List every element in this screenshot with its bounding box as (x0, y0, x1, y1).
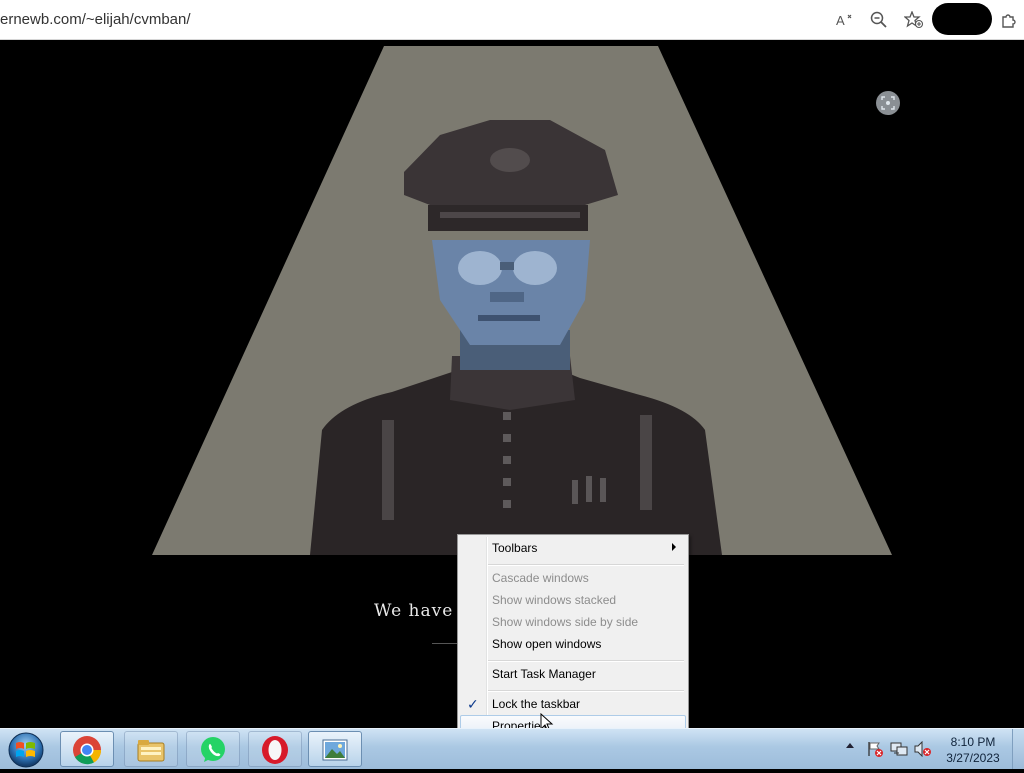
taskbar-button-chrome[interactable] (60, 731, 114, 767)
menu-item-cascade-windows: Cascade windows (460, 567, 686, 589)
taskbar-button-explorer[interactable] (124, 731, 178, 767)
profile-avatar[interactable] (932, 3, 992, 35)
menu-item-side-by-side: Show windows side by side (460, 611, 686, 633)
taskbar-button-image-viewer[interactable] (308, 731, 362, 767)
menu-label-side-by-side: Show windows side by side (492, 615, 639, 629)
show-desktop-button[interactable] (1012, 729, 1024, 769)
menu-item-toolbars[interactable]: Toolbars (460, 537, 686, 559)
menu-separator (488, 564, 684, 566)
start-button[interactable] (4, 730, 48, 768)
show-hidden-icons-arrow-icon[interactable] (846, 743, 854, 748)
clock-time[interactable]: 8:10 PM (940, 735, 1006, 749)
menu-separator (488, 660, 684, 662)
file-explorer-icon (137, 740, 165, 762)
network-icon[interactable] (890, 741, 908, 757)
action-center-flag-icon[interactable] (866, 741, 884, 757)
screen-capture-icon[interactable] (876, 91, 900, 115)
clock-date[interactable]: 3/27/2023 (940, 751, 1006, 765)
volume-muted-icon[interactable] (914, 741, 932, 757)
menu-item-task-manager[interactable]: Start Task Manager (460, 663, 686, 685)
menu-label-cascade: Cascade windows (492, 571, 589, 585)
menu-label-task-manager: Start Task Manager (492, 667, 596, 681)
whatsapp-icon (201, 737, 225, 762)
chrome-icon (73, 736, 102, 765)
browser-address-bar: ernewb.com/~elijah/cvmban/ A (0, 0, 1024, 40)
add-favorite-icon[interactable] (903, 9, 925, 31)
menu-item-lock-taskbar[interactable]: ✓ Lock the taskbar (460, 693, 686, 715)
opera-icon (262, 736, 288, 764)
url-field[interactable]: ernewb.com/~elijah/cvmban/ (0, 11, 191, 28)
taskbar-button-opera[interactable] (248, 731, 302, 767)
svg-text:A: A (836, 13, 845, 28)
checkmark-icon: ✓ (467, 696, 479, 712)
image-viewer-icon (322, 739, 348, 761)
submenu-arrow-icon (672, 543, 676, 551)
extensions-icon[interactable] (998, 9, 1020, 31)
read-aloud-icon[interactable]: A (834, 9, 856, 31)
taskbar[interactable]: 8:10 PM 3/27/2023 (0, 728, 1024, 769)
menu-separator (488, 690, 684, 692)
taskbar-context-menu: Toolbars Cascade windows Show windows st… (457, 534, 689, 739)
windows-start-orb (8, 732, 44, 768)
menu-label-toolbars: Toolbars (492, 541, 538, 555)
taskbar-button-whatsapp[interactable] (186, 731, 240, 767)
menu-item-show-open-windows[interactable]: Show open windows (460, 633, 686, 655)
menu-label-show-open: Show open windows (492, 637, 602, 651)
menu-label-lock-taskbar: Lock the taskbar (492, 697, 581, 711)
menu-label-stacked: Show windows stacked (492, 593, 617, 607)
zoom-out-icon[interactable] (868, 9, 890, 31)
menu-item-show-stacked: Show windows stacked (460, 589, 686, 611)
